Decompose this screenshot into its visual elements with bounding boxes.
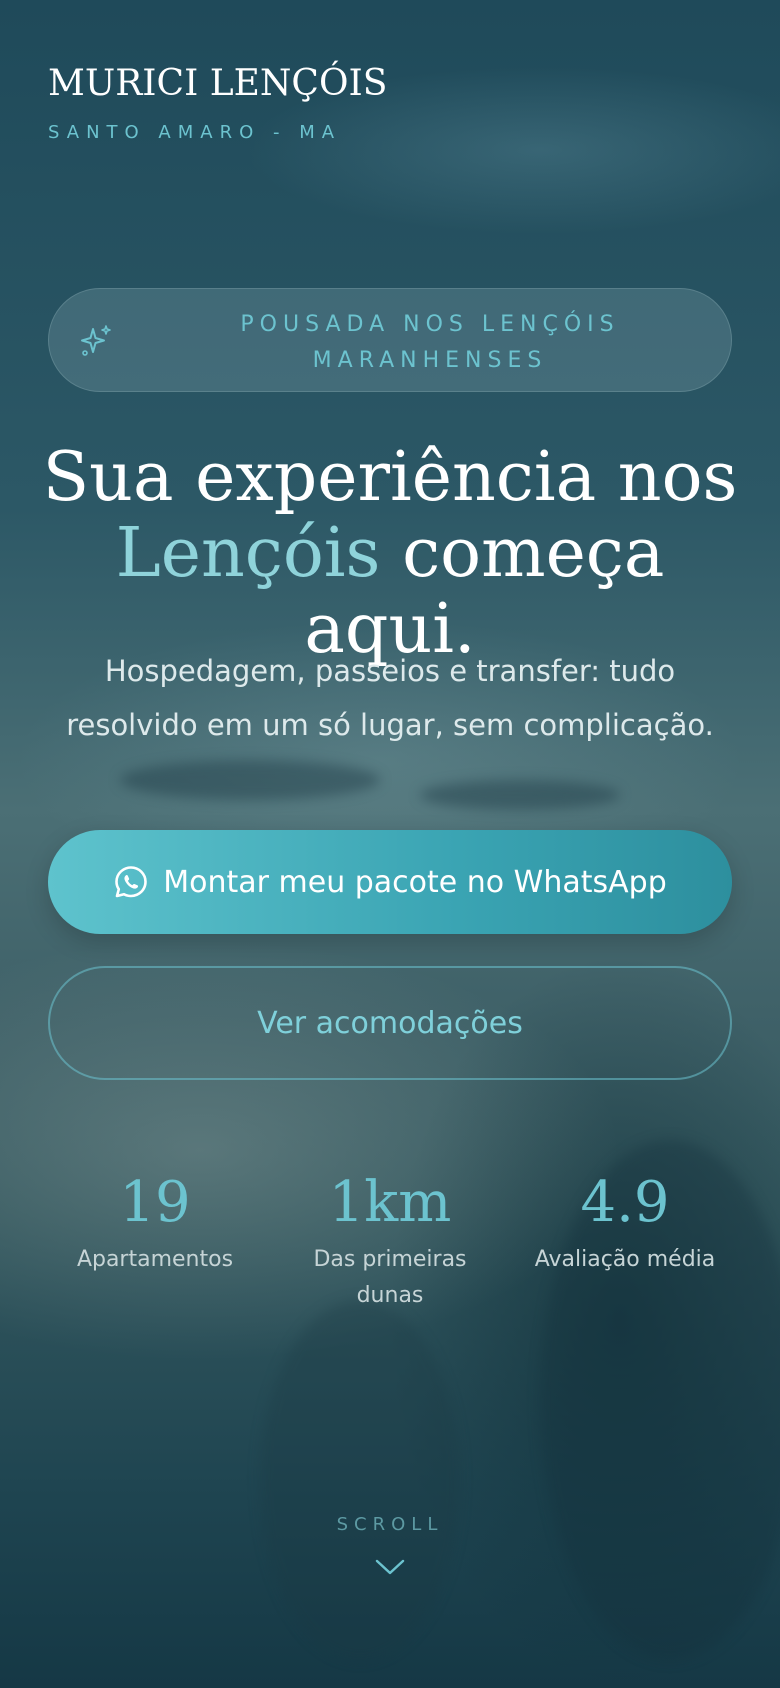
sparkles-icon: [81, 325, 111, 356]
stat-label: Das primeiras dunas: [313, 1247, 467, 1308]
view-rooms-button[interactable]: Ver acomodações: [48, 966, 732, 1080]
stat-rating: 4.9 Avaliação média: [510, 1168, 740, 1314]
stats-row: 19 Apartamentos 1km Das primeiras dunas …: [40, 1168, 740, 1314]
stat-label: Apartamentos: [76, 1247, 234, 1272]
brand[interactable]: MURICI LENÇÓIS SANTO AMARO - MA: [48, 60, 387, 143]
stat-value: 1km: [328, 1170, 452, 1235]
scroll-label: SCROLL: [336, 1514, 444, 1535]
scroll-indicator[interactable]: SCROLL: [0, 1514, 780, 1577]
chevron-down-icon: [375, 1559, 405, 1575]
stat-distance: 1km Das primeiras dunas: [275, 1168, 505, 1314]
hero-headline: Sua experiência nos Lençóis começa aqui.: [20, 440, 760, 668]
headline-part-1: Sua experiência nos: [42, 438, 738, 517]
hero-badge: POUSADA NOS LENÇÓIS MARANHENSES: [48, 288, 732, 392]
badge-text: POUSADA NOS LENÇÓIS MARANHENSES: [240, 312, 620, 373]
stat-value: 4.9: [580, 1170, 670, 1235]
whatsapp-cta-label: Montar meu pacote no WhatsApp: [163, 864, 667, 900]
brand-title: MURICI LENÇÓIS: [48, 63, 388, 104]
hero-subtext: Hospedagem, passeios e transfer: tudo re…: [66, 654, 714, 742]
whatsapp-icon: [115, 866, 148, 898]
whatsapp-cta-button[interactable]: Montar meu pacote no WhatsApp: [48, 830, 732, 934]
stat-label: Avaliação média: [534, 1247, 716, 1272]
stat-value: 19: [119, 1170, 191, 1235]
stat-apartments: 19 Apartamentos: [40, 1168, 270, 1314]
headline-accent: Lençóis: [115, 514, 381, 593]
view-rooms-label: Ver acomodações: [257, 1005, 523, 1041]
brand-location: SANTO AMARO - MA: [48, 122, 342, 143]
